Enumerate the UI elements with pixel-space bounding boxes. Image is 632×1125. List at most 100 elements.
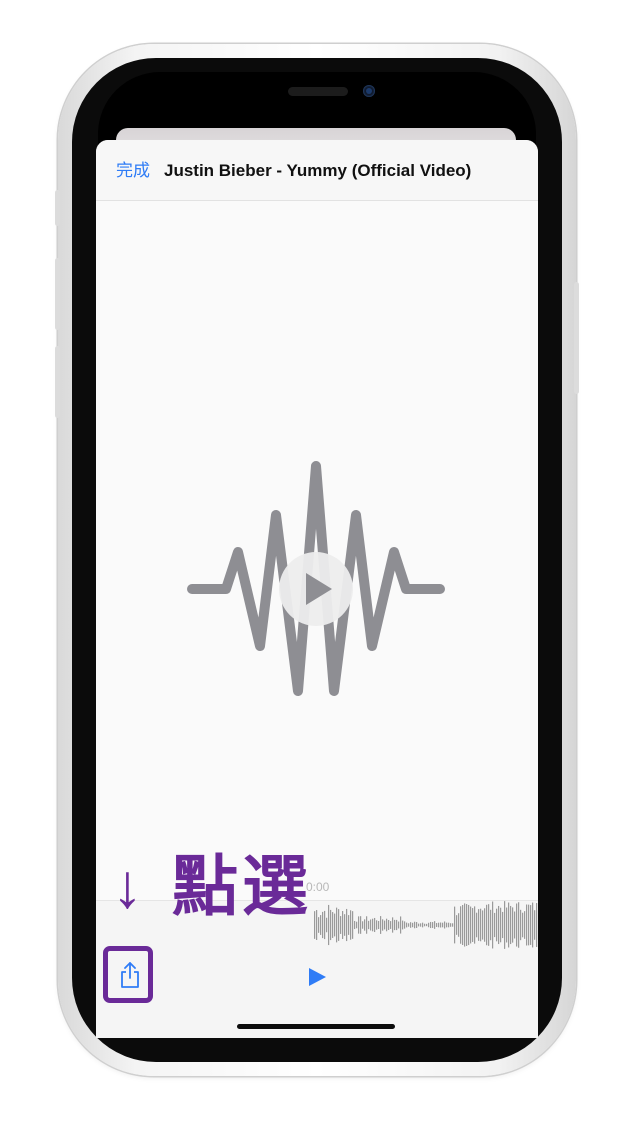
waveform-bar [352, 911, 354, 939]
waveform-bar [358, 916, 360, 934]
waveform-bar [448, 922, 450, 928]
waveform-bar [482, 910, 484, 940]
waveform-bar [356, 921, 358, 929]
waveform-bar [316, 910, 318, 940]
waveform-bar [400, 916, 402, 934]
waveform-bar [422, 922, 424, 928]
waveform-bar [446, 922, 448, 928]
waveform-bar [318, 917, 320, 933]
waveform-bar [450, 923, 452, 927]
waveform-bar [338, 909, 340, 941]
waveform-bar [414, 921, 416, 929]
audio-waveform-scrubber[interactable] [314, 900, 538, 950]
waveform-bar [432, 922, 434, 928]
waveform-bar [412, 922, 414, 928]
waveform-bar [534, 910, 536, 940]
waveform-bar [458, 913, 460, 937]
waveform-bar [436, 923, 438, 927]
waveform-bar [490, 909, 492, 941]
waveform-bar [494, 912, 496, 938]
waveform-bar [474, 906, 476, 944]
audio-preview-sheet: 完成 Justin Bieber - Yummy (Official Video… [96, 140, 538, 1038]
waveform-bar [366, 916, 368, 934]
waveform-bar [430, 921, 432, 929]
waveform-bar [362, 921, 364, 929]
waveform-bar [434, 921, 436, 929]
waveform-bar [524, 911, 526, 939]
annotation-arrow: ↓ [112, 852, 143, 921]
waveform-bar [344, 914, 346, 936]
phone-mockup: 完成 Justin Bieber - Yummy (Official Video… [0, 0, 632, 1125]
waveform-bar [510, 905, 512, 945]
waveform-bar [504, 901, 506, 949]
waveform-bar [514, 911, 516, 939]
waveform-bar [508, 902, 510, 948]
waveform-bar [532, 902, 534, 948]
volume-up-button [55, 258, 60, 330]
waveform-bar [322, 911, 324, 939]
waveform-bar [364, 919, 366, 931]
waveform-bar [528, 904, 530, 946]
waveform-bar [342, 911, 344, 939]
waveform-bar [330, 909, 332, 941]
annotation-label: 點選 [172, 848, 312, 925]
front-camera [363, 85, 375, 97]
waveform-bar [466, 904, 468, 946]
waveform-bar [500, 907, 502, 943]
waveform-bar [348, 915, 350, 935]
waveform-bar [496, 908, 498, 942]
waveform-bar [476, 912, 478, 938]
waveform-icon [187, 461, 445, 696]
play-icon[interactable] [306, 966, 328, 988]
waveform-bar [506, 907, 508, 943]
waveform-bar [370, 919, 372, 931]
waveform-bar [472, 908, 474, 942]
waveform-bar [488, 904, 490, 946]
waveform-bar [382, 919, 384, 931]
waveform-bar [418, 923, 420, 927]
waveform-bar [456, 915, 458, 935]
waveform-bar [462, 904, 464, 946]
waveform-bar [408, 923, 410, 927]
waveform-bar [396, 919, 398, 931]
waveform-bar [518, 902, 520, 948]
waveform-bar [374, 917, 376, 933]
waveform-bar [480, 908, 482, 942]
waveform-bar [444, 921, 446, 929]
waveform-bar [426, 923, 428, 927]
waveform-bar [478, 909, 480, 941]
waveform-bar [398, 921, 400, 929]
waveform-bar [324, 910, 326, 940]
waveform-bar [468, 904, 470, 946]
waveform-bar [378, 920, 380, 930]
waveform-bar [350, 910, 352, 940]
waveform-bar [394, 919, 396, 931]
waveform-bar [372, 918, 374, 932]
waveform-bar [406, 922, 408, 928]
waveform-bar [530, 905, 532, 945]
waveform-bar [520, 909, 522, 941]
waveform-bar [384, 920, 386, 930]
waveform-bar [438, 922, 440, 928]
waveform-bar [340, 916, 342, 934]
waveform-bar [390, 921, 392, 929]
waveform-bar [326, 917, 328, 933]
waveform-bar [470, 906, 472, 944]
home-indicator [237, 1024, 395, 1029]
done-button[interactable]: 完成 [116, 160, 150, 182]
waveform-bar [526, 904, 528, 946]
waveform-bar [346, 908, 348, 942]
waveform-bar [512, 907, 514, 943]
waveform-bar [484, 908, 486, 942]
waveform-bar [392, 917, 394, 933]
waveform-bar [486, 904, 488, 946]
waveform-bar [454, 906, 456, 944]
waveform-bar [360, 916, 362, 934]
waveform-bar [388, 920, 390, 930]
waveform-bar [452, 923, 454, 927]
sheet-header: 完成 Justin Bieber - Yummy (Official Video… [96, 140, 538, 201]
audio-artwork[interactable] [186, 456, 446, 711]
waveform-bar [380, 916, 382, 934]
waveform-bar [336, 907, 338, 943]
waveform-bar [502, 911, 504, 939]
